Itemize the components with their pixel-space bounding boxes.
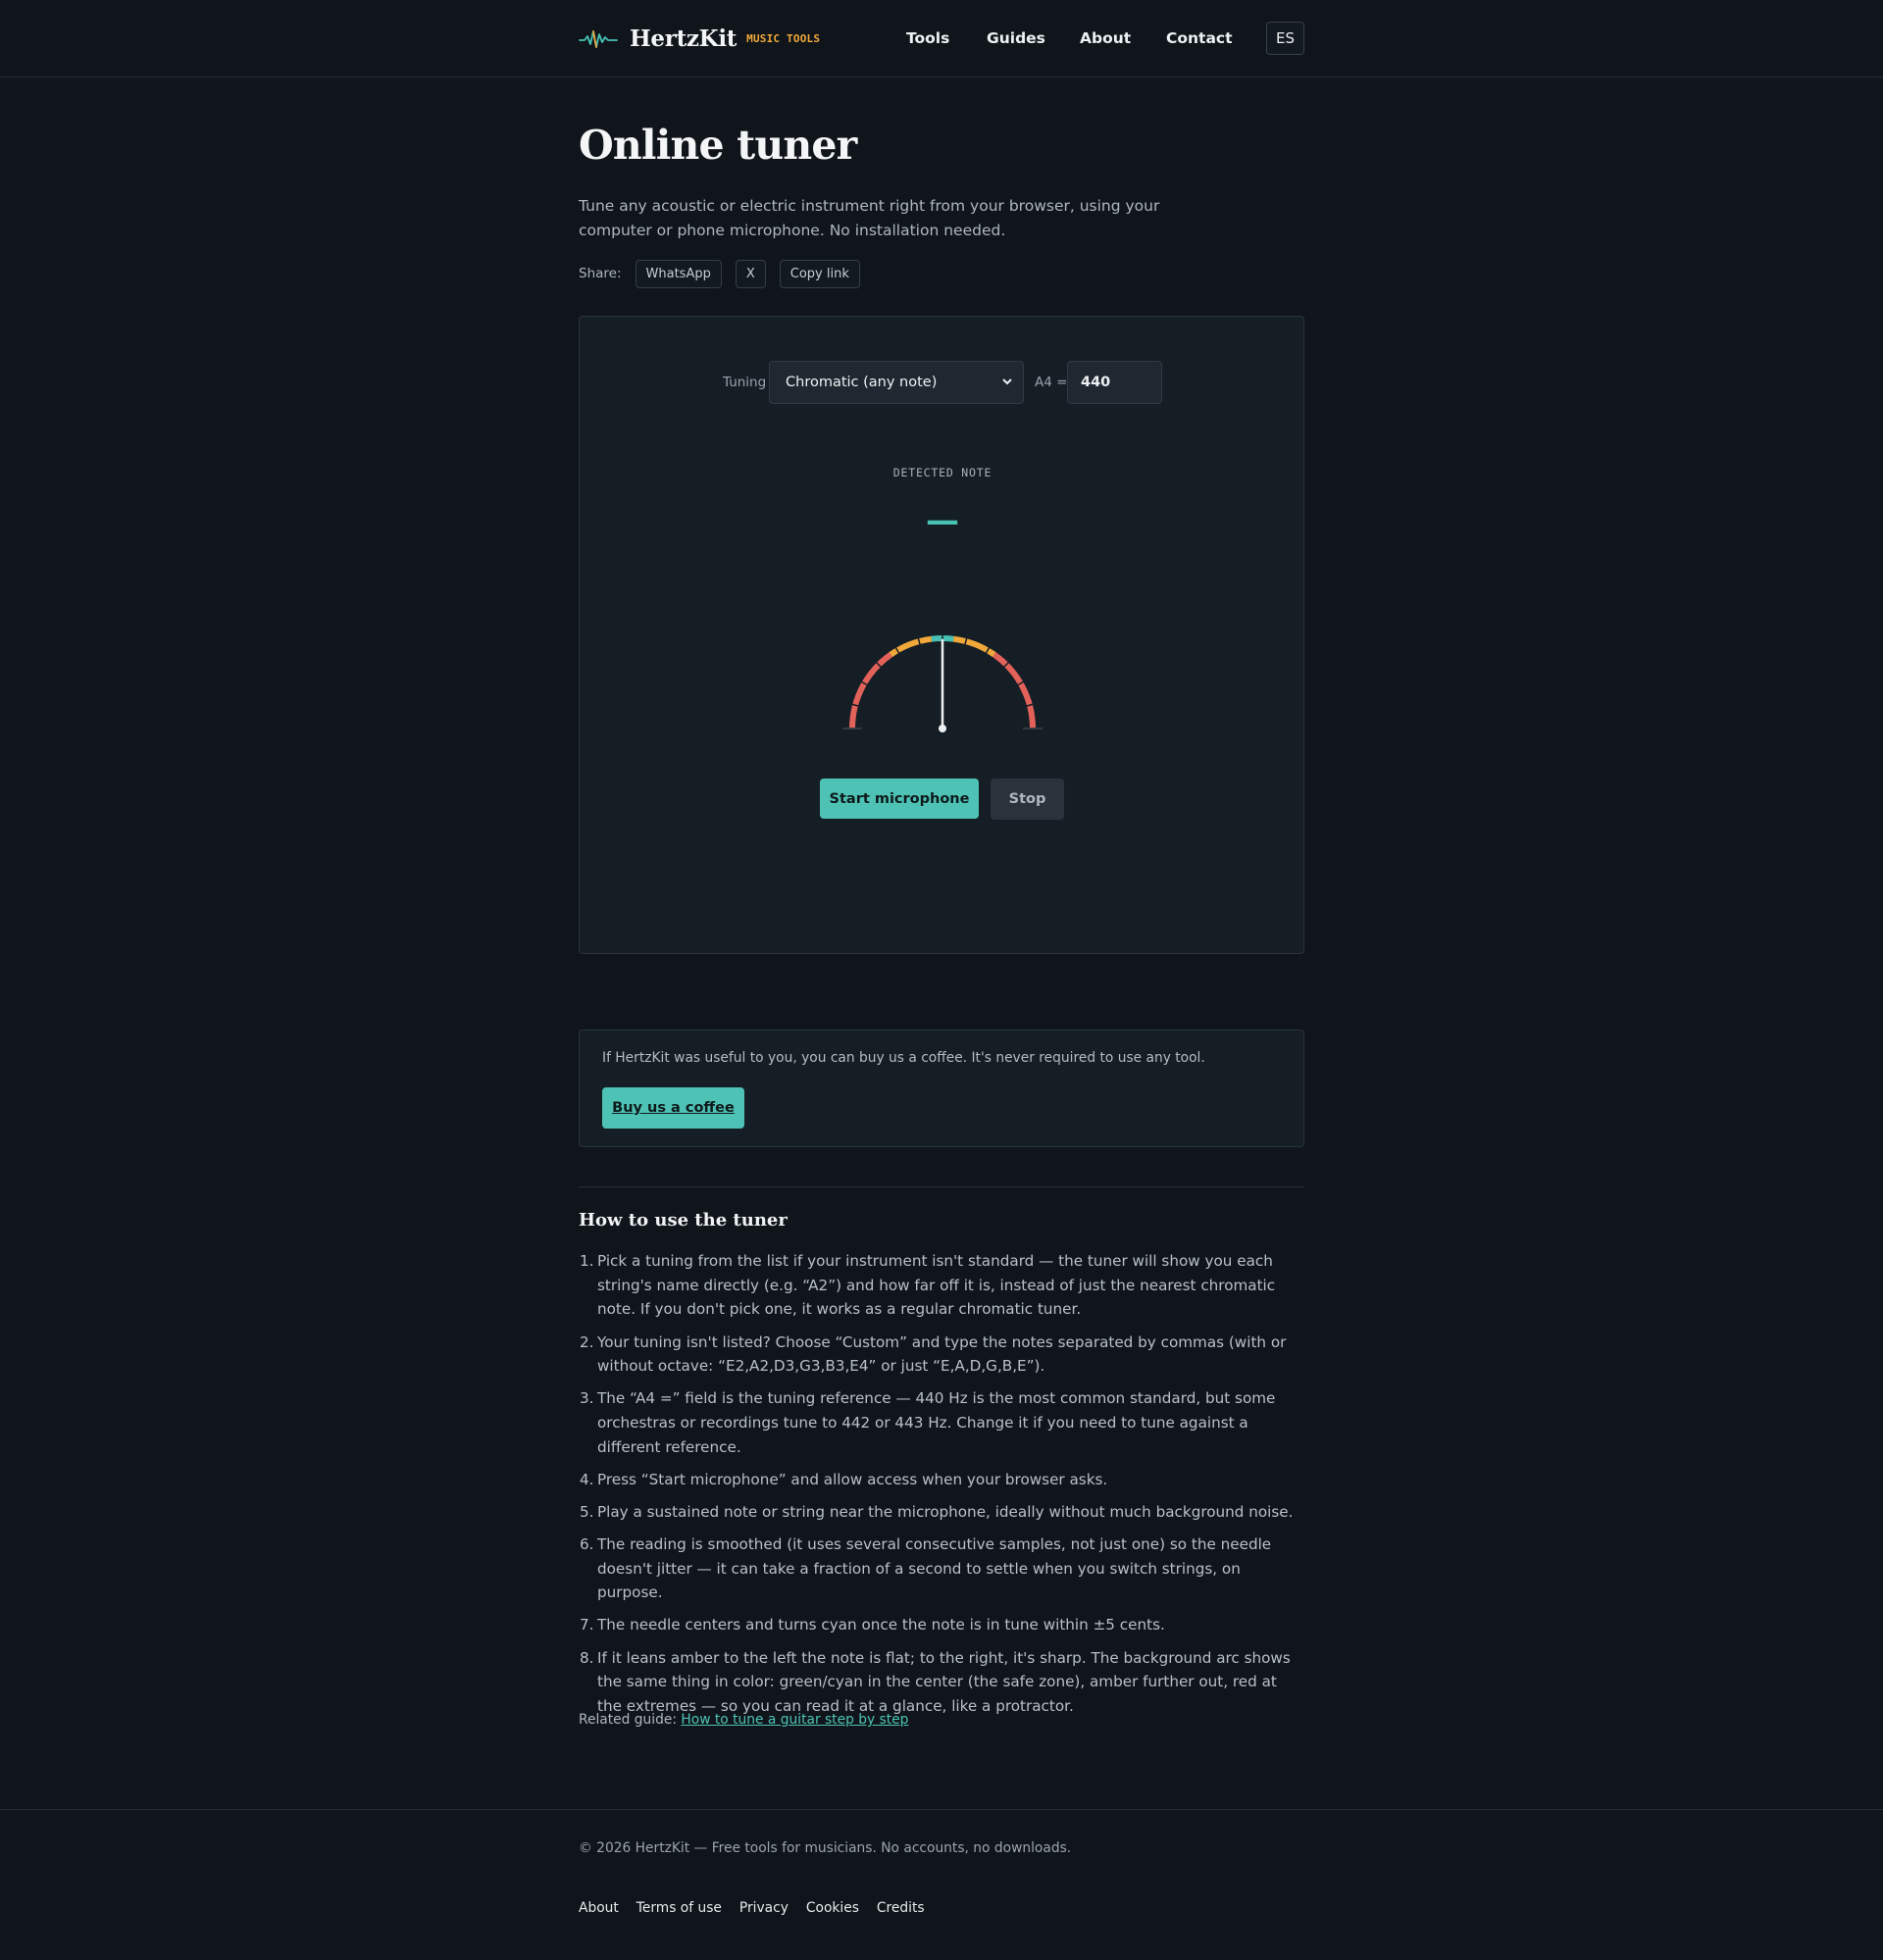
language-switch-button[interactable]: ES [1266, 22, 1304, 55]
brand-name: HertzKit [630, 25, 738, 52]
start-microphone-button[interactable]: Start microphone [820, 779, 979, 819]
howto-title: How to use the tuner [579, 1210, 788, 1231]
a4-label: A4 = [1035, 375, 1068, 390]
gauge-arc-segment [889, 635, 933, 658]
footer-links: About Terms of use Privacy Cookies Credi… [579, 1900, 942, 1916]
a4-reference-input[interactable]: 440 [1067, 361, 1162, 404]
page-intro: Tune any acoustic or electric instrument… [579, 197, 1160, 239]
related-guide-link[interactable]: How to tune a guitar step by step [681, 1712, 908, 1728]
tuning-label: Tuning [723, 375, 767, 390]
brand-logo[interactable]: HertzKit MUSIC TOOLS [579, 22, 820, 55]
footer-link-credits[interactable]: Credits [877, 1900, 925, 1916]
tuning-selected-value: Chromatic (any note) [786, 375, 938, 390]
howto-step: 6. The reading is smoothed (it uses sever… [580, 1534, 1272, 1602]
share-x-button[interactable]: X [735, 259, 766, 288]
detected-note-value: — [926, 501, 959, 540]
howto-step: 2. Your tuning isn't listed? Choose “Cust… [580, 1332, 1287, 1376]
footer-link-terms[interactable]: Terms of use [636, 1900, 722, 1916]
share-label: Share: [579, 266, 622, 281]
footer-copyright: © 2026 HertzKit — Free tools for musicia… [579, 1840, 1072, 1856]
gauge-needle-pivot [939, 725, 946, 732]
nav-tools[interactable]: Tools [906, 29, 949, 47]
howto-step: 3. The “A4 =” field is the tuning referen… [580, 1389, 1276, 1456]
footer-link-about[interactable]: About [579, 1900, 619, 1916]
gauge-arc-segment [849, 652, 892, 729]
site-header: HertzKit MUSIC TOOLS Tools Guides About … [0, 0, 1883, 77]
howto-step: 4. Press “Start microphone” and allow acc… [580, 1470, 1108, 1488]
howto-steps: 1. Pick a tuning from the list if your in… [579, 1249, 1304, 1727]
share-whatsapp-button[interactable]: WhatsApp [635, 259, 722, 288]
waveform-icon [579, 30, 618, 48]
support-text: If HertzKit was useful to you, you can b… [602, 1050, 1205, 1066]
section-divider [579, 1186, 1304, 1187]
howto-step: 1. Pick a tuning from the list if your in… [580, 1252, 1276, 1319]
footer-link-cookies[interactable]: Cookies [806, 1900, 859, 1916]
howto-step: 7. The needle centers and turns cyan once… [580, 1616, 1165, 1634]
footer-link-privacy[interactable]: Privacy [739, 1900, 789, 1916]
howto-step: 8. If it leans amber to the left the note… [580, 1648, 1291, 1715]
gauge-arc-segment [952, 635, 996, 658]
tuner-gauge [842, 634, 1043, 732]
chevron-down-icon [1002, 378, 1012, 385]
brand-tagline: MUSIC TOOLS [746, 31, 821, 45]
buy-coffee-button[interactable]: Buy us a coffee [602, 1087, 744, 1129]
page-title: Online tuner [579, 122, 857, 169]
detected-note-label: DETECTED NOTE [892, 466, 992, 479]
howto-step: 5. Play a sustained note or string near t… [580, 1502, 1294, 1521]
stop-button[interactable]: Stop [991, 779, 1064, 820]
nav-contact[interactable]: Contact [1166, 29, 1233, 47]
site-footer: © 2026 HertzKit — Free tools for musicia… [0, 1809, 1883, 1960]
tuning-select[interactable]: Chromatic (any note) [769, 361, 1024, 404]
nav-guides[interactable]: Guides [987, 29, 1045, 47]
related-guide: Related guide: How to tune a guitar step… [579, 1712, 908, 1728]
copy-link-button[interactable]: Copy link [779, 259, 860, 288]
support-box: If HertzKit was useful to you, you can b… [579, 1030, 1304, 1147]
nav-about[interactable]: About [1080, 29, 1131, 47]
share-bar: Share: WhatsApp X Copy link [579, 259, 874, 288]
gauge-arc-segment [992, 652, 1036, 729]
tuner-card: Tuning Chromatic (any note) A4 = 440 DET… [579, 316, 1304, 954]
related-guide-label: Related guide: [579, 1712, 678, 1728]
